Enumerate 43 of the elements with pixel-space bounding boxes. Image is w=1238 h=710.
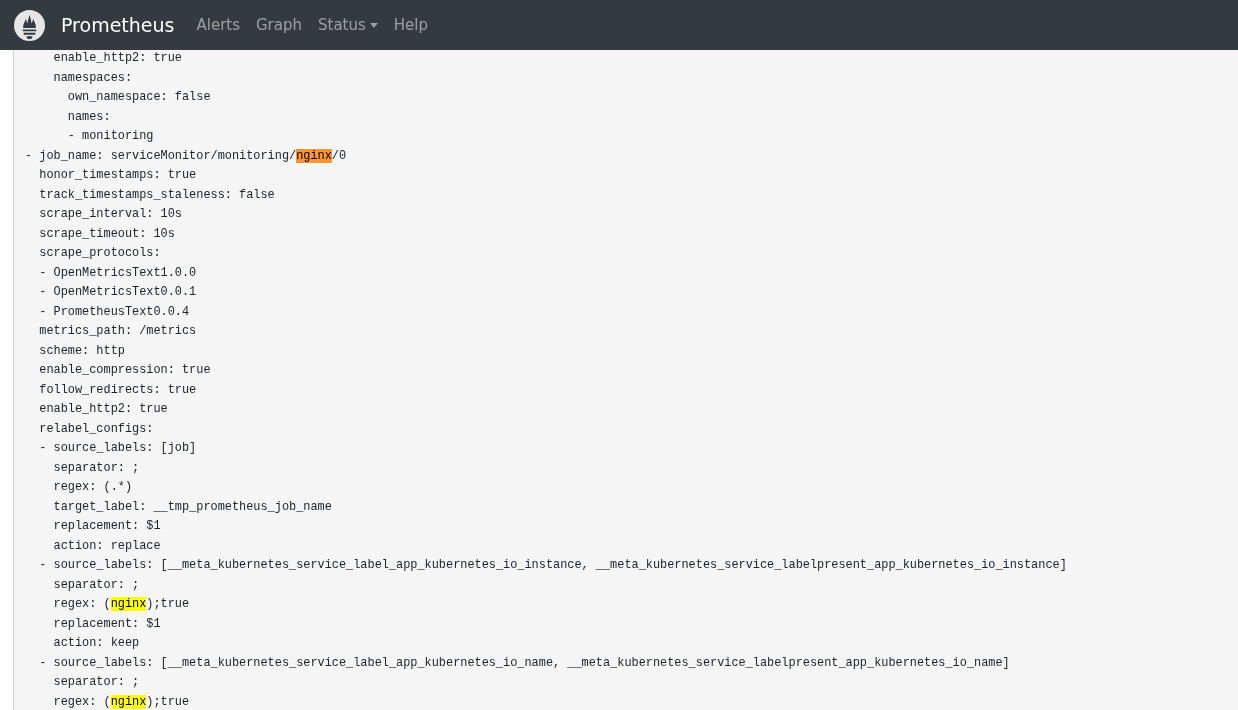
- search-highlight: nginx: [110, 597, 147, 611]
- config-line: scrape_interval: 10s: [38, 206, 183, 223]
- brand-name[interactable]: Prometheus: [61, 14, 175, 36]
- config-line: scrape_timeout: 10s: [38, 225, 176, 243]
- config-line: replacement: $1: [52, 615, 162, 633]
- config-line: - source_labels: [__meta_kubernetes_service_label_app_kubernetes_io_instance, __meta_kubernetes_service_labelpresent_app_kubernetes_io_instance]: [38, 557, 1068, 574]
- search-highlight: nginx: [296, 148, 332, 163]
- config-line: enable_http2: true: [52, 50, 183, 67]
- config-line: regex: (.*): [52, 479, 134, 496]
- config-line: own_namespace: false: [66, 89, 212, 106]
- flame-logo-icon[interactable]: [14, 9, 45, 41]
- config-line: names:: [66, 108, 112, 126]
- nav-link[interactable]: Help: [385, 16, 437, 34]
- config-line: - job_name: serviceMonitor/monitoring/nginx/0: [25, 147, 348, 165]
- config-line: separator: ;: [52, 674, 141, 691]
- config-line: - PrometheusText0.0.4: [38, 303, 191, 321]
- nav-link[interactable]: Alerts: [188, 16, 248, 34]
- config-line: separator: ;: [52, 576, 141, 594]
- config-line: action: replace: [52, 537, 162, 555]
- config-line: follow_redirects: true: [38, 381, 198, 399]
- config-line: regex: (nginx);true: [52, 596, 191, 613]
- config-line: separator: ;: [52, 459, 141, 477]
- config-line: - OpenMetricsText0.0.1: [38, 284, 198, 301]
- config-line: enable_http2: true: [38, 401, 169, 418]
- config-line: - monitoring: [66, 128, 155, 145]
- config-line: track_timestamps_staleness: false: [38, 186, 276, 204]
- config-line: scheme: http: [38, 342, 126, 360]
- config-line: action: keep: [52, 635, 141, 652]
- config-line: metrics_path: /metrics: [38, 323, 198, 340]
- config-line: relabel_configs:: [38, 420, 155, 438]
- config-line: regex: (nginx);true: [52, 693, 191, 710]
- config-line: replacement: $1: [52, 518, 162, 535]
- config-line: enable_compression: true: [38, 362, 212, 379]
- config-line: namespaces:: [52, 69, 134, 87]
- config-line: - OpenMetricsText1.0.0: [38, 264, 198, 282]
- config-line: - source_labels: [job]: [38, 440, 198, 457]
- config-line: scrape_protocols:: [38, 245, 162, 262]
- search-highlight: nginx: [110, 694, 147, 709]
- nav-link[interactable]: Status: [310, 16, 386, 34]
- config-line: target_label: __tmp_prometheus_job_name: [52, 498, 333, 516]
- config-line: - source_labels: [__meta_kubernetes_service_label_app_kubernetes_io_name, __meta_kubernetes_service_labelpresent_app_kubernetes_io_name]: [38, 654, 1011, 672]
- nav-link[interactable]: Graph: [248, 16, 310, 34]
- config-line: honor_timestamps: true: [38, 167, 198, 184]
